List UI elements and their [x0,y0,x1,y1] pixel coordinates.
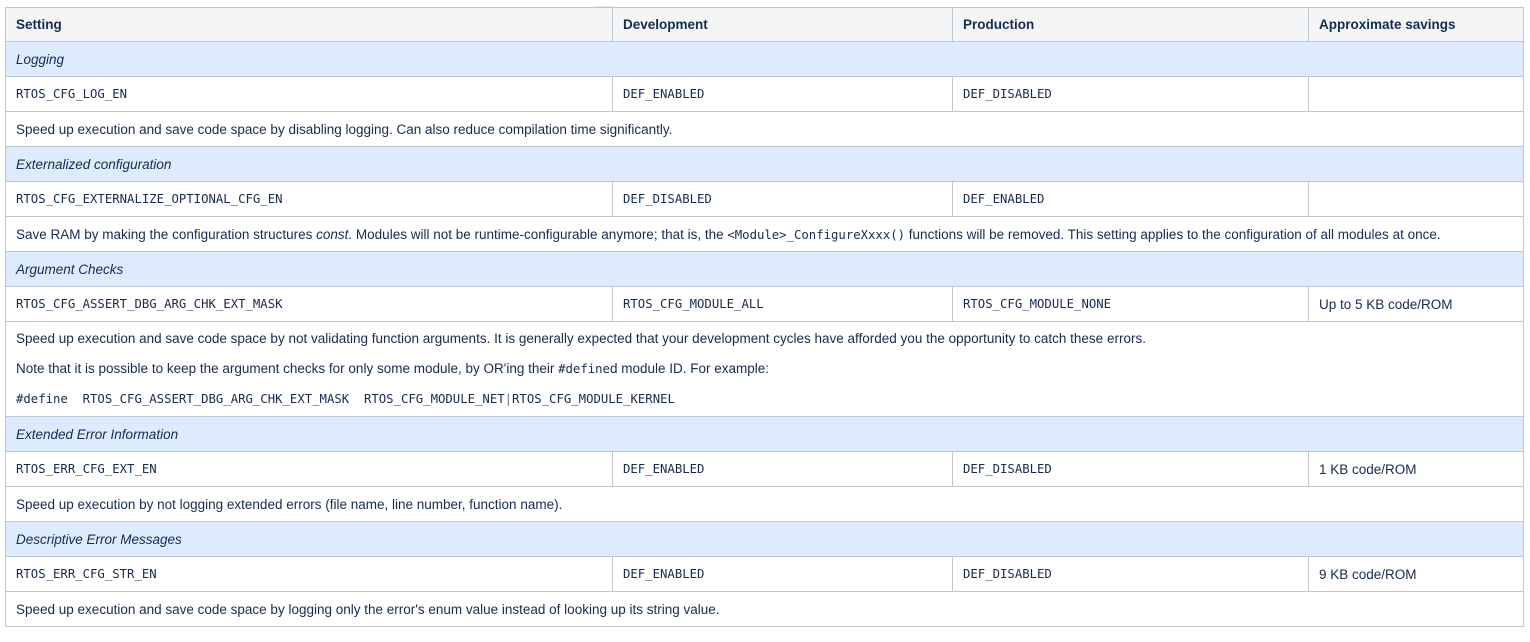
group-row: Argument Checks [5,251,1524,287]
table-row: RTOS_CFG_ASSERT_DBG_ARG_CHK_EXT_MASK RTO… [5,286,1524,322]
table-row: RTOS_CFG_EXTERNALIZE_OPTIONAL_CFG_EN DEF… [5,181,1524,217]
savings-value: 9 KB code/ROM [1308,556,1524,592]
description-text: Speed up execution and save code space b… [5,321,1524,417]
description-row: Speed up execution and save code space b… [5,591,1524,627]
description-text: Speed up execution and save code space b… [5,591,1524,627]
define-keyword: #define [558,362,610,376]
group-row: Logging [5,41,1524,77]
development-value: DEF_ENABLED [612,451,953,487]
development-value: DEF_ENABLED [612,76,953,112]
group-title: Externalized configuration [5,146,1524,182]
group-title: Logging [5,41,1524,77]
description-row: Save RAM by making the configuration str… [5,216,1524,252]
description-row: Speed up execution by not logging extend… [5,486,1524,522]
group-title: Extended Error Information [5,416,1524,452]
description-text: Save RAM by making the configuration str… [5,216,1524,252]
production-value: RTOS_CFG_MODULE_NONE [952,286,1309,322]
code-example: #define RTOS_CFG_ASSERT_DBG_ARG_CHK_EXT_… [16,391,1513,408]
table-row: RTOS_CFG_LOG_EN DEF_ENABLED DEF_DISABLED [5,76,1524,112]
production-value: DEF_DISABLED [952,556,1309,592]
savings-value: Up to 5 KB code/ROM [1308,286,1524,322]
setting-name: RTOS_ERR_CFG_STR_EN [5,556,613,592]
group-row: Descriptive Error Messages [5,521,1524,557]
description-row: Speed up execution and save code space b… [5,321,1524,417]
setting-name: RTOS_CFG_LOG_EN [5,76,613,112]
column-header-setting[interactable]: Setting [5,7,613,42]
description-part: functions will be removed. This setting … [905,226,1441,242]
description-part: Save RAM by making the configuration str… [16,226,317,242]
description-text: Speed up execution by not logging extend… [5,486,1524,522]
description-part: . Modules will not be runtime-configurab… [348,226,728,242]
code-part: #define RTOS_CFG_ASSERT_DBG_ARG_CHK_EXT_… [16,392,505,406]
group-row: Externalized configuration [5,146,1524,182]
description-part: Note that it is possible to keep the arg… [16,361,559,376]
production-value: DEF_DISABLED [952,451,1309,487]
table-header-row: Setting Development Production Approxima… [5,7,1524,42]
const-keyword: const [316,226,349,242]
group-title: Argument Checks [5,251,1524,287]
development-value: DEF_ENABLED [612,556,953,592]
setting-name: RTOS_ERR_CFG_EXT_EN [5,451,613,487]
table-row: RTOS_ERR_CFG_EXT_EN DEF_ENABLED DEF_DISA… [5,451,1524,487]
savings-value [1308,181,1524,217]
group-row: Extended Error Information [5,416,1524,452]
description-part: d module ID. For example: [609,361,770,376]
development-value: DEF_DISABLED [612,181,953,217]
description-line: Note that it is possible to keep the arg… [16,360,1513,378]
savings-value: 1 KB code/ROM [1308,451,1524,487]
setting-name: RTOS_CFG_ASSERT_DBG_ARG_CHK_EXT_MASK [5,286,613,322]
production-value: DEF_DISABLED [952,76,1309,112]
column-header-development[interactable]: Development [612,7,953,42]
group-title: Descriptive Error Messages [5,521,1524,557]
description-text: Speed up execution and save code space b… [5,111,1524,147]
savings-value [1308,76,1524,112]
column-header-savings[interactable]: Approximate savings [1308,7,1524,42]
configure-function-code: <Module>_ConfigureXxxx() [727,227,906,242]
description-row: Speed up execution and save code space b… [5,111,1524,147]
setting-name: RTOS_CFG_EXTERNALIZE_OPTIONAL_CFG_EN [5,181,613,217]
development-value: RTOS_CFG_MODULE_ALL [612,286,953,322]
description-line: Speed up execution and save code space b… [16,331,1146,346]
settings-table: Setting Development Production Approxima… [5,7,1524,627]
table-row: RTOS_ERR_CFG_STR_EN DEF_ENABLED DEF_DISA… [5,556,1524,592]
production-value: DEF_ENABLED [952,181,1309,217]
code-part: RTOS_CFG_MODULE_KERNEL [512,392,675,406]
column-header-production[interactable]: Production [952,7,1309,42]
pipe-separator: | [504,392,513,406]
